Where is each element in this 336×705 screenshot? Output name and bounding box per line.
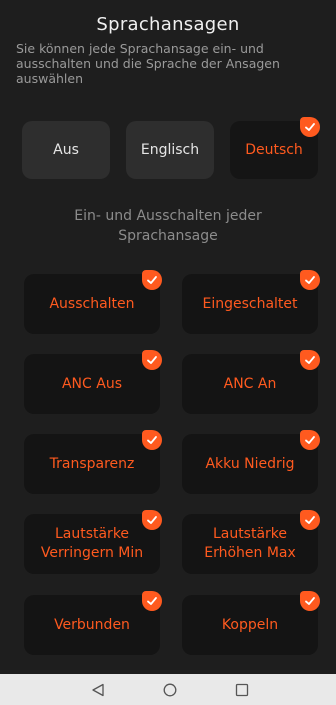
prompt-toggle-ausschalten[interactable]: Ausschalten [24,270,162,334]
page-subtitle: Sie können jede Sprachansage ein- und au… [16,41,280,86]
prompt-label-line: Lautstärke [212,526,288,542]
prompt-toggle-akku-niedrig[interactable]: Akku Niedrig [182,430,320,494]
language-option-label: Deutsch [245,142,303,158]
back-triangle-icon[interactable] [91,683,105,697]
prompt-label: Eingeschaltet [202,295,298,312]
language-option-aus[interactable]: Aus [22,121,110,179]
section-label-line: Ein- und Ausschalten jeder [74,208,262,224]
check-icon [142,510,162,530]
check-icon [300,591,320,611]
prompt-label: Ausschalten [49,295,135,312]
home-circle-icon[interactable] [163,683,177,697]
check-icon [300,270,320,290]
prompt-label: Transparenz [49,455,135,472]
prompt-label-line: Verringern Min [40,545,144,561]
check-icon [300,350,320,370]
prompt-toggle-verbunden[interactable]: Verbunden [24,591,162,655]
section-label: Ein- und Ausschalten jeder Sprachansage [0,206,336,246]
page-title: Sprachansagen [96,14,240,35]
prompt-label: ANC An [223,375,277,392]
prompt-toggle-anc-an[interactable]: ANC An [182,350,320,414]
prompt-toggle-eingeschaltet[interactable]: Eingeschaltet [182,270,320,334]
language-selector: Aus Englisch Deutsch [22,117,320,179]
prompt-label: Lautstärke Verringern Min [41,525,143,563]
prompt-toggle-lautstaerke-verringern-min[interactable]: Lautstärke Verringern Min [24,510,162,574]
prompt-label: Koppeln [221,616,279,633]
check-icon [300,510,320,530]
section-label-line: Sprachansage [118,228,218,244]
prompt-label-line: Lautstärke [54,526,130,542]
recents-square-icon[interactable] [235,683,249,697]
prompt-toggle-koppeln[interactable]: Koppeln [182,591,320,655]
check-icon [300,430,320,450]
prompt-toggle-anc-aus[interactable]: ANC Aus [24,350,162,414]
check-icon [142,350,162,370]
prompt-label: ANC Aus [61,375,123,392]
check-icon [142,591,162,611]
prompt-toggle-lautstaerke-erhoehen-max[interactable]: Lautstärke Erhöhen Max [182,510,320,574]
language-option-englisch[interactable]: Englisch [126,121,214,179]
check-icon [300,117,320,137]
system-navigation-bar [0,674,336,705]
prompt-label: Verbunden [54,616,130,633]
prompt-label: Akku Niedrig [205,455,295,472]
language-option-label: Englisch [140,142,200,158]
prompt-label: Lautstärke Erhöhen Max [204,525,296,563]
language-option-deutsch[interactable]: Deutsch [230,117,320,179]
prompt-toggle-transparenz[interactable]: Transparenz [24,430,162,494]
language-option-label: Aus [53,142,79,158]
prompt-label-line: Erhöhen Max [204,545,296,561]
check-icon [142,430,162,450]
check-icon [142,270,162,290]
